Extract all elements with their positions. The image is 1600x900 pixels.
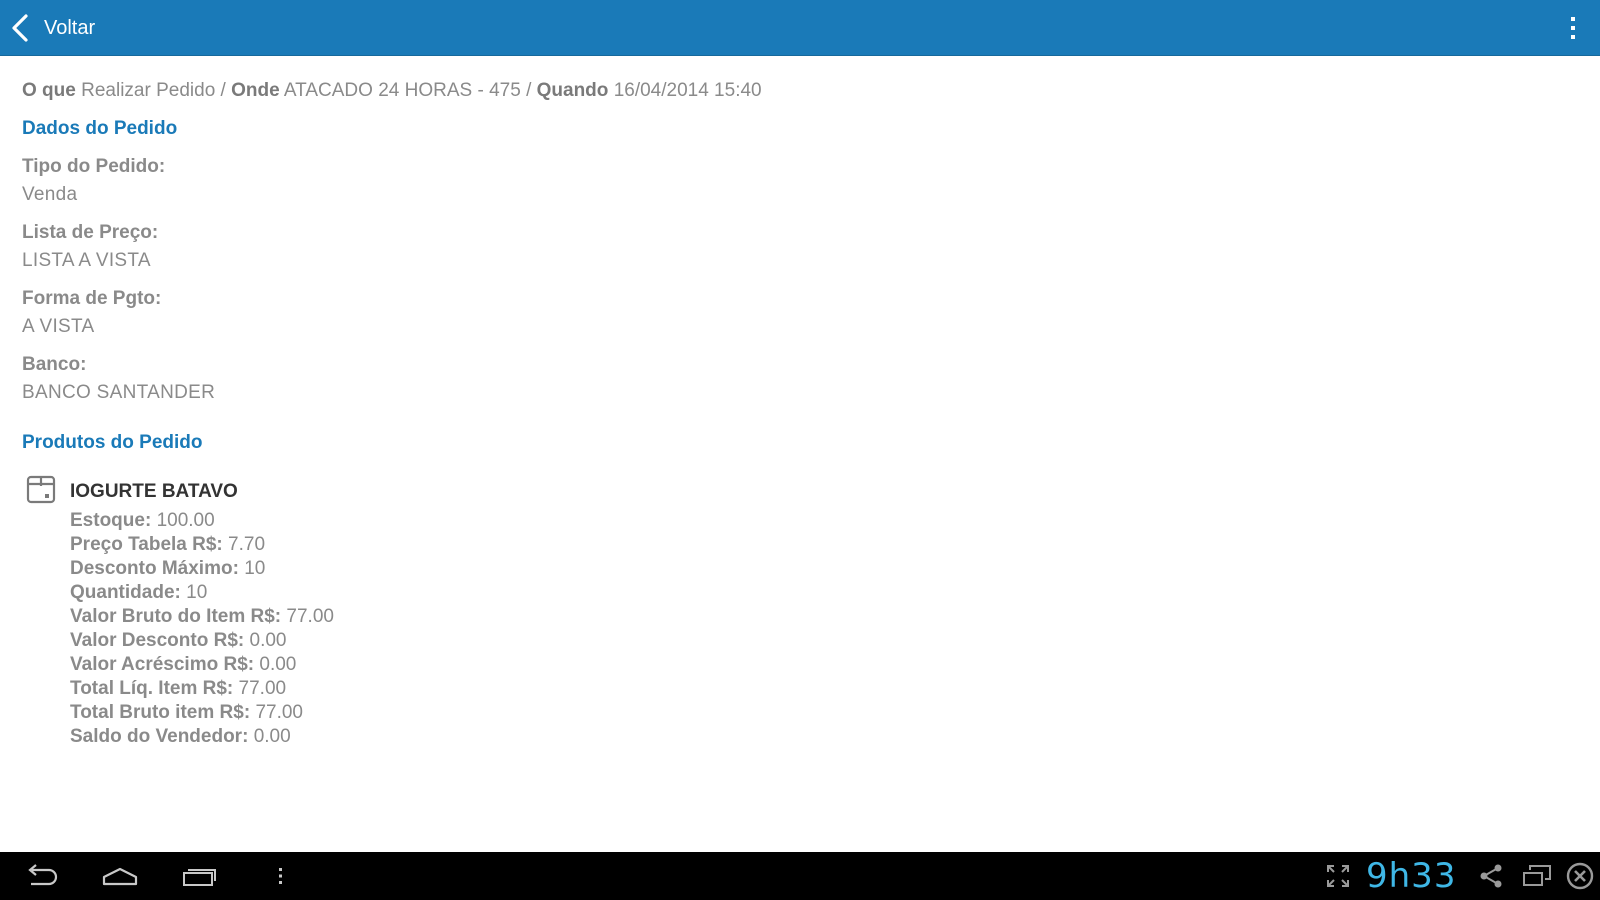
status-clock: 9h33 <box>1366 856 1457 896</box>
home-icon <box>102 867 138 886</box>
back-label: Voltar <box>44 16 96 39</box>
detail-row-gross-value: Valor Bruto do Item R$: 77.00 <box>70 605 334 629</box>
bank-value: BANCO SANTANDER <box>22 382 216 403</box>
chevron-left-icon <box>6 13 32 43</box>
detail-row-seller-balance: Saldo do Vendedor: 0.00 <box>70 725 334 749</box>
order-type-label: Tipo do Pedido: <box>22 156 166 177</box>
more-vertical-icon <box>1571 17 1575 39</box>
nav-menu-button[interactable] <box>272 852 290 900</box>
product-name[interactable]: IOGURTE BATAVO <box>70 481 238 503</box>
more-vertical-icon <box>279 868 282 884</box>
detail-value: 0.00 <box>249 630 287 651</box>
detail-label: Total Bruto item R$: <box>70 702 251 723</box>
nav-back-button[interactable] <box>18 852 64 900</box>
order-data-title: Dados do Pedido <box>22 118 178 139</box>
payment-method-value: A VISTA <box>22 316 95 337</box>
detail-label: Valor Bruto do Item R$: <box>70 606 282 627</box>
detail-label: Quantidade: <box>70 582 181 603</box>
detail-value: 77.00 <box>286 606 334 627</box>
detail-value: 10 <box>244 558 266 579</box>
detail-value: 10 <box>186 582 208 603</box>
detail-value: 7.70 <box>228 534 266 555</box>
detail-value: 0.00 <box>253 726 291 747</box>
window-button[interactable] <box>1522 852 1552 900</box>
where-label: Onde <box>231 80 280 101</box>
summary-separator: / <box>526 80 532 101</box>
detail-value: 77.00 <box>255 702 303 723</box>
price-list-value: LISTA A VISTA <box>22 250 151 271</box>
payment-method-label: Forma de Pgto: <box>22 288 162 309</box>
nav-home-button[interactable] <box>98 852 142 900</box>
where-value: ATACADO 24 HORAS - 475 <box>283 80 521 101</box>
system-nav-bar: 9h33 <box>0 852 1600 900</box>
detail-value: 77.00 <box>238 678 287 699</box>
detail-value: 0.00 <box>259 654 297 675</box>
bank-label: Banco: <box>22 354 87 375</box>
product-details: Estoque: 100.00 Preço Tabela R$: 7.70 De… <box>70 509 334 749</box>
order-summary: O que Realizar Pedido / Onde ATACADO 24 … <box>22 80 762 102</box>
fullscreen-button[interactable] <box>1326 852 1350 900</box>
box-icon <box>26 474 56 504</box>
when-value: 16/04/2014 15:40 <box>613 80 762 101</box>
overflow-menu-button[interactable] <box>1568 16 1578 40</box>
detail-value: 100.00 <box>156 510 215 531</box>
nav-recents-button[interactable] <box>180 852 220 900</box>
detail-row-net-total: Total Líq. Item R$: 77.00 <box>70 677 334 701</box>
detail-row-quantity: Quantidade: 10 <box>70 581 334 605</box>
detail-label: Preço Tabela R$: <box>70 534 223 555</box>
detail-row-stock: Estoque: 100.00 <box>70 509 334 533</box>
detail-label: Estoque: <box>70 510 152 531</box>
share-button[interactable] <box>1478 852 1504 900</box>
when-label: Quando <box>536 80 609 101</box>
share-icon <box>1480 864 1502 888</box>
what-value: Realizar Pedido <box>81 80 216 101</box>
action-bar: Voltar <box>0 0 1600 56</box>
window-icon <box>1523 865 1551 886</box>
detail-label: Valor Acréscimo R$: <box>70 654 255 675</box>
detail-label: Total Líq. Item R$: <box>70 678 234 699</box>
summary-separator: / <box>220 80 226 101</box>
recent-apps-icon <box>183 869 216 886</box>
back-arrow-icon <box>28 864 58 886</box>
detail-label: Valor Desconto R$: <box>70 630 245 651</box>
price-list-label: Lista de Preço: <box>22 222 159 243</box>
detail-row-gross-total: Total Bruto item R$: 77.00 <box>70 701 334 725</box>
detail-row-discount-value: Valor Desconto R$: 0.00 <box>70 629 334 653</box>
detail-label: Desconto Máximo: <box>70 558 239 579</box>
detail-row-max-discount: Desconto Máximo: 10 <box>70 557 334 581</box>
order-type-value: Venda <box>22 184 78 205</box>
back-button[interactable]: Voltar <box>6 0 95 56</box>
detail-label: Saldo do Vendedor: <box>70 726 249 747</box>
detail-row-table-price: Preço Tabela R$: 7.70 <box>70 533 334 557</box>
order-products-title: Produtos do Pedido <box>22 432 203 453</box>
expand-icon <box>1327 865 1349 887</box>
what-label: O que <box>22 80 76 101</box>
close-app-button[interactable] <box>1565 852 1595 900</box>
close-circle-icon <box>1566 862 1594 890</box>
detail-row-surcharge-value: Valor Acréscimo R$: 0.00 <box>70 653 334 677</box>
